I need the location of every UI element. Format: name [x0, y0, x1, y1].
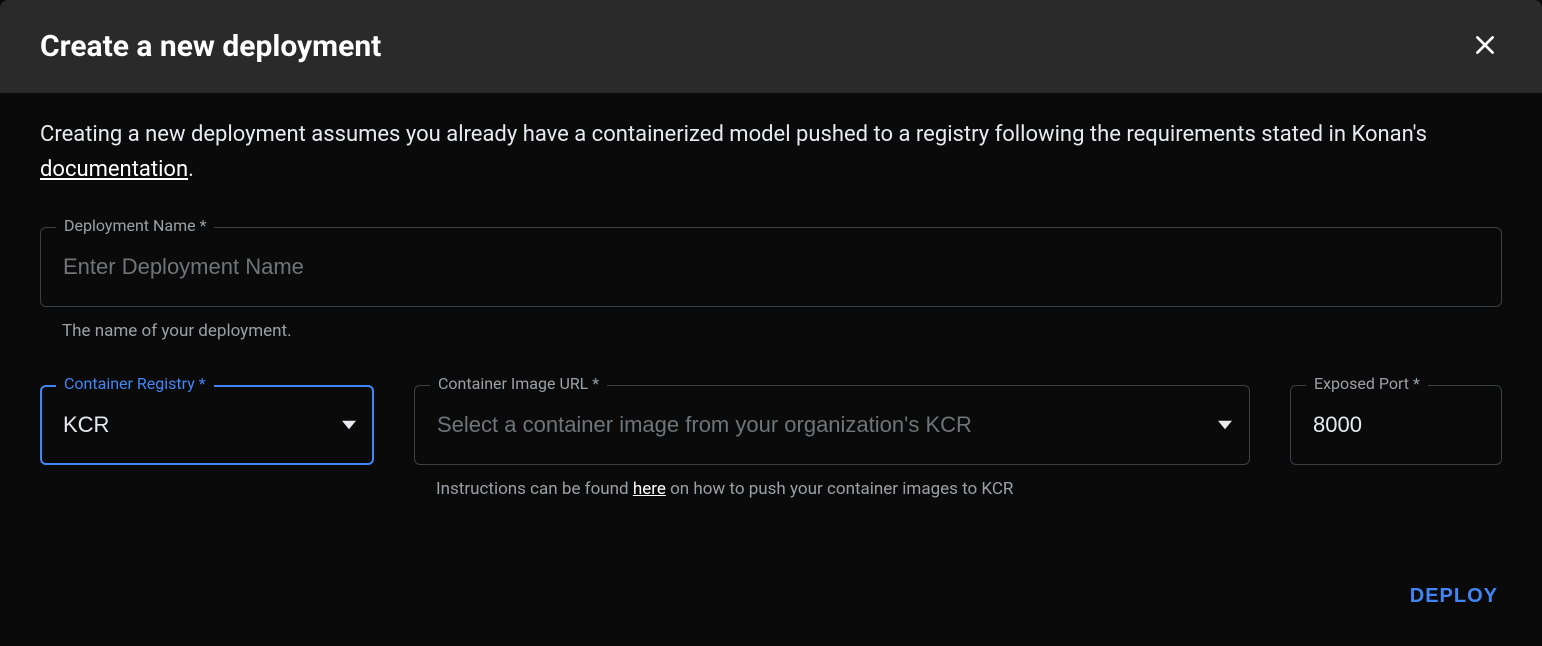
container-image-helper: Instructions can be found here on how to… [436, 479, 1250, 499]
container-image-select[interactable]: Select a container image from your organ… [414, 385, 1250, 465]
exposed-port-label: Exposed Port * [1306, 374, 1428, 393]
description-suffix: . [188, 157, 194, 182]
helper-suffix: on how to push your container images to … [666, 479, 1014, 499]
documentation-link[interactable]: documentation [40, 157, 188, 182]
helper-prefix: Instructions can be found [436, 479, 633, 499]
deployment-name-helper: The name of your deployment. [62, 321, 1502, 341]
close-button[interactable] [1468, 28, 1502, 65]
close-icon [1472, 32, 1498, 61]
container-image-label: Container Image URL * [430, 374, 607, 393]
exposed-port-input[interactable] [1290, 385, 1502, 465]
container-registry-group: Container Registry * KCR [40, 385, 374, 473]
container-registry-select[interactable]: KCR [40, 385, 374, 465]
deploy-button[interactable]: DEPLOY [1406, 577, 1502, 616]
exposed-port-group: Exposed Port * [1290, 385, 1502, 473]
description-prefix: Creating a new deployment assumes you al… [40, 122, 1427, 147]
create-deployment-dialog: Create a new deployment Creating a new d… [0, 0, 1542, 646]
dialog-footer: DEPLOY [0, 557, 1542, 646]
dialog-title: Create a new deployment [40, 29, 381, 64]
deployment-name-group: Deployment Name * [40, 227, 1502, 307]
deployment-name-label: Deployment Name * [56, 216, 214, 235]
form-row: Container Registry * KCR Container Image… [40, 385, 1502, 499]
deployment-name-input[interactable] [40, 227, 1502, 307]
container-image-group: Container Image URL * Select a container… [414, 385, 1250, 499]
description-text: Creating a new deployment assumes you al… [40, 117, 1502, 187]
dialog-header: Create a new deployment [0, 0, 1542, 93]
dialog-content: Creating a new deployment assumes you al… [0, 93, 1542, 557]
instructions-link[interactable]: here [633, 479, 666, 499]
container-registry-label: Container Registry * [56, 374, 214, 393]
